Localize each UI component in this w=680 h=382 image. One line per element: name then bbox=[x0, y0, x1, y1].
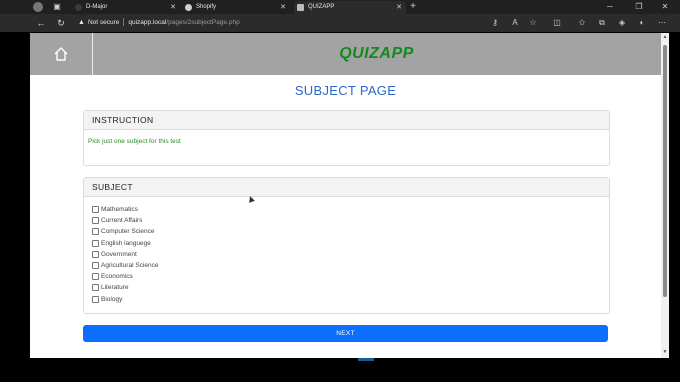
option-label: Computer Science bbox=[101, 228, 155, 236]
minimize-icon[interactable]: ─ bbox=[603, 0, 617, 14]
subject-option[interactable]: Mathematics bbox=[84, 204, 609, 215]
scroll-thumb[interactable] bbox=[663, 45, 667, 297]
next-button[interactable]: NEXT bbox=[83, 325, 608, 342]
url-path: /pages/2subjectPage.php bbox=[166, 19, 240, 26]
checkbox[interactable] bbox=[92, 217, 99, 225]
subject-heading: SUBJECT bbox=[84, 178, 609, 197]
checkbox[interactable] bbox=[92, 228, 99, 236]
subject-option[interactable]: Computer Science bbox=[84, 226, 609, 237]
brand-title: QUIZAPP bbox=[339, 45, 414, 62]
security-label: Not secure bbox=[87, 19, 120, 26]
divider bbox=[123, 18, 125, 27]
checkbox[interactable] bbox=[92, 284, 99, 292]
new-tab-button[interactable]: + bbox=[408, 2, 418, 12]
shopify-icon bbox=[185, 4, 192, 11]
subject-option[interactable]: Economics bbox=[84, 271, 609, 282]
refresh-icon[interactable]: ↻ bbox=[55, 17, 67, 29]
maximize-icon[interactable]: ❐ bbox=[632, 0, 646, 14]
subject-option[interactable]: Current Affairs bbox=[84, 215, 609, 226]
subject-card: SUBJECT Mathematics Current Affairs Comp… bbox=[83, 177, 610, 314]
favorite-star-icon[interactable]: ☆ bbox=[527, 17, 539, 29]
subject-option[interactable]: English languege bbox=[84, 238, 609, 249]
option-label: Agricultural Science bbox=[101, 262, 159, 270]
page-viewport: QUIZAPP SUBJECT PAGE INSTRUCTION Pick ju… bbox=[30, 33, 669, 358]
close-tab-icon[interactable]: ✕ bbox=[280, 1, 286, 14]
instruction-card: INSTRUCTION Pick just one subject for th… bbox=[83, 110, 610, 166]
subject-option[interactable]: Biology bbox=[84, 294, 609, 305]
tab-quizapp[interactable]: QUIZAPP ✕ bbox=[294, 1, 406, 14]
subject-option[interactable]: Agricultural Science bbox=[84, 260, 609, 271]
favorites-icon[interactable]: ✩ bbox=[576, 17, 588, 29]
extensions-icon[interactable]: ◈ bbox=[616, 17, 628, 29]
page-scrollbar[interactable]: ▲ ▼ bbox=[661, 33, 669, 358]
tab-shopify[interactable]: Shopify ✕ bbox=[182, 1, 290, 14]
tab-actions-icon[interactable]: ▣ bbox=[52, 2, 62, 12]
address-bar[interactable]: ▲ Not secure quizapp.local/pages/2subjectP… bbox=[78, 16, 478, 30]
read-aloud-icon[interactable]: A bbox=[509, 17, 521, 29]
page-icon bbox=[297, 4, 304, 11]
option-label: Mathematics bbox=[101, 206, 138, 214]
instruction-text: Pick just one subject for this test bbox=[88, 138, 181, 145]
option-label: English languege bbox=[101, 239, 151, 247]
app-header: QUIZAPP bbox=[30, 33, 661, 75]
checkbox[interactable] bbox=[92, 206, 99, 214]
home-button[interactable] bbox=[30, 33, 93, 75]
checkbox[interactable] bbox=[92, 239, 99, 247]
browser-tab-bar: ▣ D-Major ✕ Shopify ✕ QUIZAPP ✕ + ─ ❐ ✕ bbox=[0, 0, 680, 14]
tab-title: D-Major bbox=[86, 4, 108, 10]
tab-title: QUIZAPP bbox=[308, 4, 335, 10]
subject-option[interactable]: Literature bbox=[84, 282, 609, 293]
close-tab-icon[interactable]: ✕ bbox=[170, 1, 176, 14]
url-host: quizapp.local bbox=[128, 19, 167, 26]
warning-icon: ▲ bbox=[78, 19, 85, 26]
more-menu-icon[interactable]: ⋯ bbox=[656, 17, 668, 29]
subject-options: Mathematics Current Affairs Computer Sci… bbox=[84, 197, 609, 305]
option-label: Literature bbox=[101, 284, 129, 292]
scroll-up-icon[interactable]: ▲ bbox=[661, 34, 669, 40]
instruction-heading: INSTRUCTION bbox=[84, 111, 609, 130]
option-label: Government bbox=[101, 250, 137, 258]
option-label: Current Affairs bbox=[101, 217, 143, 225]
checkbox[interactable] bbox=[92, 295, 99, 303]
tab-d-major[interactable]: D-Major ✕ bbox=[72, 1, 180, 14]
subject-option[interactable]: Government bbox=[84, 249, 609, 260]
close-tab-icon[interactable]: ✕ bbox=[396, 1, 402, 14]
profile-icon[interactable] bbox=[33, 2, 43, 12]
option-label: Economics bbox=[101, 273, 133, 281]
back-icon[interactable]: ← bbox=[35, 17, 47, 29]
checkbox[interactable] bbox=[92, 250, 99, 258]
taskbar-indicator bbox=[358, 358, 374, 361]
checkbox[interactable] bbox=[92, 262, 99, 270]
collections-icon[interactable]: ⧉ bbox=[596, 17, 608, 29]
browser-toolbar: ← ↻ ▲ Not secure quizapp.local/pages/2subj… bbox=[0, 14, 680, 32]
split-screen-icon[interactable]: ◫ bbox=[551, 17, 563, 29]
home-icon bbox=[54, 47, 68, 61]
checkbox[interactable] bbox=[92, 273, 99, 281]
copilot-icon[interactable]: ◐ bbox=[636, 17, 648, 29]
scroll-down-icon[interactable]: ▼ bbox=[661, 349, 669, 355]
key-icon[interactable]: ⚷ bbox=[489, 17, 501, 29]
close-window-icon[interactable]: ✕ bbox=[658, 0, 672, 14]
page-title: SUBJECT PAGE bbox=[294, 83, 397, 98]
tab-favicon-icon bbox=[75, 4, 82, 11]
option-label: Biology bbox=[101, 295, 123, 303]
tab-title: Shopify bbox=[196, 4, 217, 10]
